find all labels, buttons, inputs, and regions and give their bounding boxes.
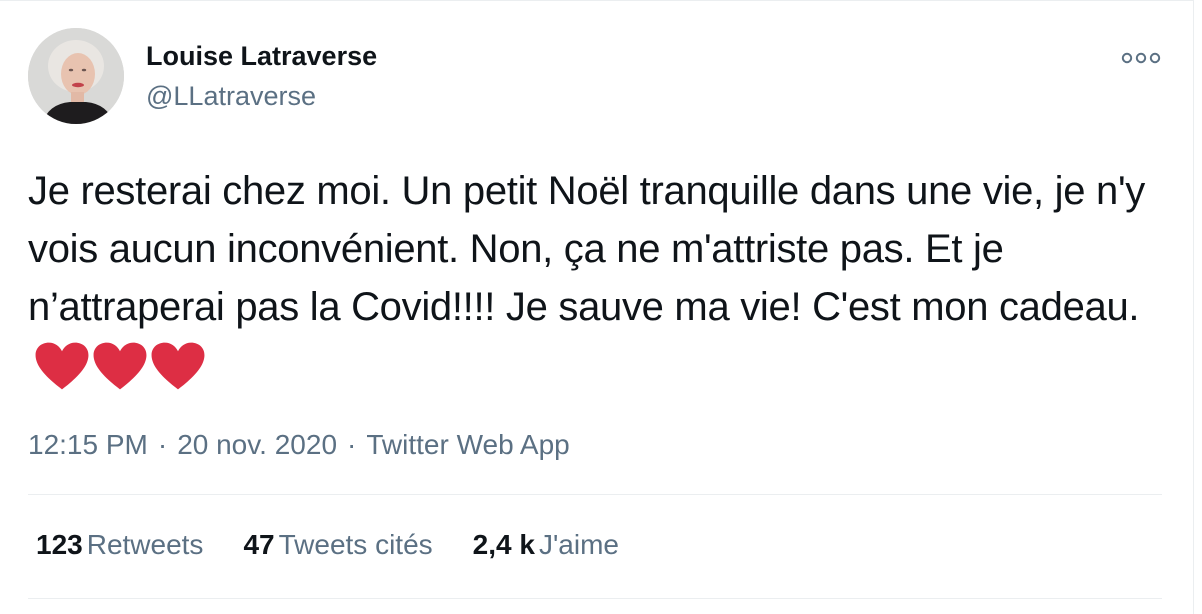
author-name[interactable]: Louise Latraverse	[146, 40, 377, 72]
right-border	[1193, 0, 1194, 614]
likes-count: 2,4 k	[472, 529, 535, 560]
tweet-stats: 123 Retweets 47 Tweets cités 2,4 k J'aime	[36, 528, 659, 562]
heart-emojis	[34, 334, 208, 392]
divider	[28, 598, 1162, 599]
quotes-stat[interactable]: 47 Tweets cités	[243, 528, 432, 562]
more-horizontal-icon	[1121, 52, 1161, 64]
retweets-count: 123	[36, 529, 83, 560]
red-heart-icon	[93, 342, 147, 390]
retweets-stat[interactable]: 123 Retweets	[36, 528, 203, 562]
likes-stat[interactable]: 2,4 k J'aime	[473, 528, 619, 562]
tweet-text: Je resterai chez moi. Un petit Noël tran…	[28, 162, 1178, 396]
quotes-label: Tweets cités	[278, 529, 433, 560]
tweet-body: Je resterai chez moi. Un petit Noël tran…	[28, 169, 1146, 329]
top-border	[0, 0, 1194, 1]
red-heart-icon	[151, 342, 205, 390]
meta-separator: ·	[157, 429, 168, 460]
more-options-button[interactable]	[1120, 44, 1162, 72]
tweet-date: 20 nov. 2020	[177, 429, 338, 460]
red-heart-icon	[35, 342, 89, 390]
avatar[interactable]	[28, 28, 124, 124]
retweets-label: Retweets	[86, 529, 204, 560]
tweet-source-link[interactable]: Twitter Web App	[366, 429, 569, 460]
divider	[28, 494, 1162, 495]
tweet-date-link[interactable]: 20 nov. 2020	[177, 429, 337, 460]
tweet-source: Twitter Web App	[366, 429, 570, 460]
quotes-count: 47	[243, 529, 275, 560]
likes-label: J'aime	[538, 529, 619, 560]
tweet-meta: 12:15 PM · 20 nov. 2020 · Twitter Web App	[28, 428, 570, 462]
author-handle[interactable]: @LLatraverse	[146, 80, 316, 112]
tweet-time: 12:15 PM	[28, 429, 148, 460]
meta-separator: ·	[347, 429, 357, 460]
tweet-card: Louise Latraverse @LLatraverse Je rester…	[0, 0, 1202, 614]
tweet-time-link[interactable]: 12:15 PM	[28, 429, 148, 460]
